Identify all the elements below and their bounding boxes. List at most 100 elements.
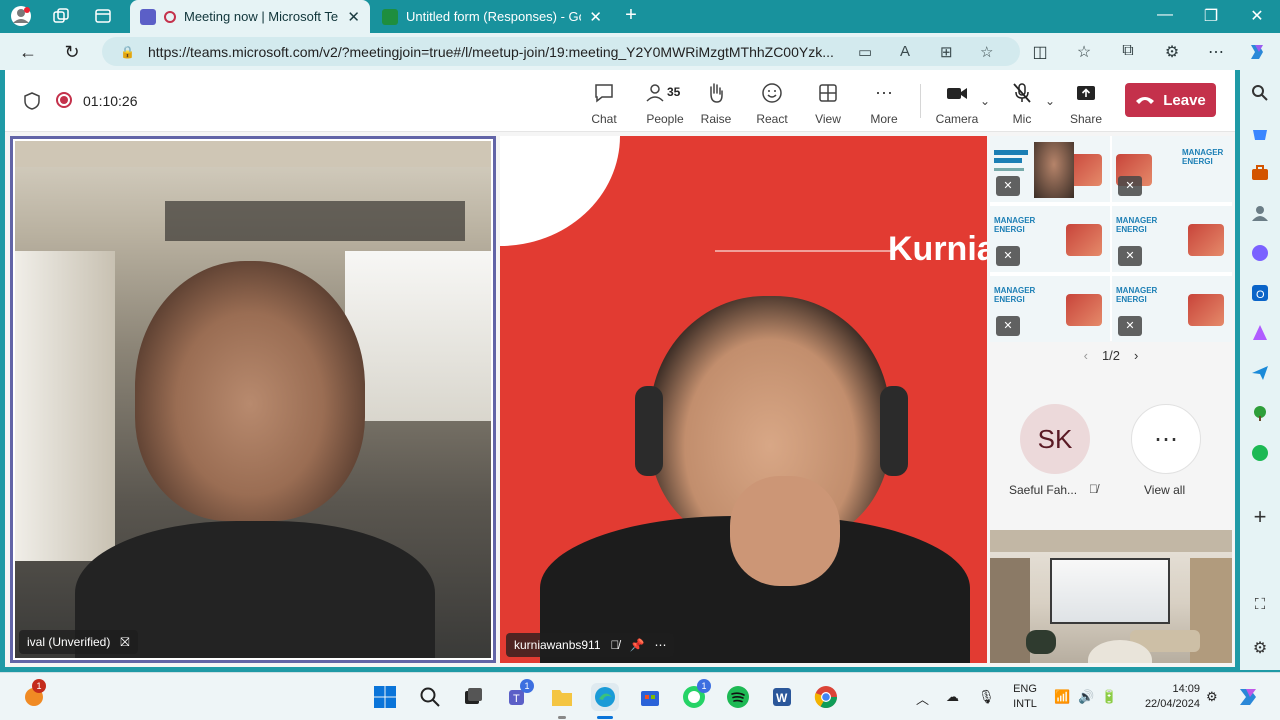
video-tile-presenter[interactable]: Kurnia kurniawanbs911 🎙̸ 📌 ⋯ [500,136,987,663]
active-indicator [597,716,613,719]
people-icon[interactable] [1249,202,1271,224]
language-indicator[interactable]: ENG INTL [1010,682,1040,712]
favorites-icon[interactable]: ☆ [1073,42,1095,62]
close-window-icon[interactable]: ✕ [1244,6,1270,26]
wifi-icon[interactable]: 📶 [1054,689,1070,705]
people-count: 35 [667,85,681,99]
more-dots-icon: ⋯ [875,82,893,103]
gallery-tile[interactable]: MANAGER ENERGI ✕ [990,206,1110,272]
games-icon[interactable] [1249,402,1271,424]
spotify-sidebar-icon[interactable] [1249,442,1271,464]
gallery-tile[interactable]: MANAGER ENERGI ✕ [1112,206,1232,272]
camera-button[interactable]: Camera [932,80,982,126]
screenshot-icon[interactable]: ⛶ [1249,594,1271,616]
gallery-tile[interactable]: MANAGER ENERGI ✕ [990,276,1110,342]
notification-badge: 1 [32,679,46,693]
teams-taskbar-icon[interactable]: T 1 [504,679,534,711]
search-icon[interactable] [1249,82,1271,104]
designer-icon[interactable] [1249,322,1271,344]
start-button[interactable] [371,683,399,711]
search-taskbar-icon[interactable] [416,683,444,711]
sidebar-settings-icon[interactable]: ⚙ [1249,638,1271,660]
clock[interactable]: 14:09 22/04/2024 [1134,682,1200,712]
mic-options-chevron-icon[interactable]: ⌄ [1045,94,1055,108]
tab-teams-meeting[interactable]: Meeting now | Microsoft Te ✕ [130,0,370,33]
view-all-label[interactable]: View all [1144,483,1185,497]
task-view-icon[interactable] [459,683,487,711]
more-button[interactable]: ⋯ More [859,80,909,127]
chat-icon [595,84,613,103]
svg-text:T: T [513,693,520,705]
mic-muted-icon: 🎙̸ [1089,482,1098,496]
weather-widget-icon[interactable]: 1 [20,679,48,711]
restore-icon[interactable]: ❐ [1198,6,1224,26]
minimize-icon[interactable]: — [1152,6,1178,24]
collections-icon[interactable]: ⧉ [1117,42,1139,60]
gallery-tile[interactable]: MANAGER ENERGI ✕ [1112,136,1232,202]
word-icon[interactable]: W [768,683,796,711]
add-sidebar-app-icon[interactable]: + [1249,506,1271,528]
new-tab-button[interactable]: + [620,5,642,27]
outlook-icon[interactable]: O [1249,282,1271,304]
copilot-taskbar-icon[interactable] [1234,683,1262,711]
whatsapp-badge: 1 [697,679,711,693]
chevron-right-icon[interactable]: › [1134,348,1138,363]
back-arrow-icon[interactable]: ← [16,41,40,63]
gallery-tile[interactable]: ✕ [990,136,1110,202]
react-button[interactable]: React [747,80,797,126]
favorite-star-icon[interactable]: ☆ [980,43,993,61]
chat-button[interactable]: Chat [579,80,629,126]
whatsapp-icon[interactable]: 1 [680,679,711,711]
copilot-sidebar-icon[interactable] [1249,242,1271,264]
shield-icon[interactable] [24,92,40,110]
app-available-icon[interactable]: ⊞ [940,43,953,61]
pin-icon[interactable]: 📌 [630,638,645,652]
self-video-tile[interactable] [990,530,1232,663]
mic-button[interactable]: Mic [997,80,1047,126]
microphone-tray-icon[interactable]: 🎙 [978,689,995,705]
more-menu-icon[interactable]: ⋯ [1205,42,1227,62]
camera-options-chevron-icon[interactable]: ⌄ [980,94,990,108]
tab-google-form[interactable]: Untitled form (Responses) - Goo ✕ [372,0,612,33]
close-tab-icon[interactable]: ✕ [347,8,360,26]
show-hidden-icons-chevron[interactable]: ︿ [916,689,929,708]
profile-icon[interactable] [8,4,34,28]
close-tab-icon[interactable]: ✕ [589,8,602,26]
chevron-left-icon[interactable]: ‹ [1084,348,1088,363]
read-aloud-icon[interactable]: A [900,43,910,60]
gallery-tile[interactable]: MANAGER ENERGI ✕ [1112,276,1232,342]
meeting-timer: 01:10:26 [83,93,138,109]
mic-muted-icon: ✕ [1118,246,1142,266]
people-button[interactable]: 35 People [637,80,693,126]
avatar[interactable]: SK [1020,404,1090,474]
send-icon[interactable] [1249,362,1271,384]
share-button[interactable]: Share [1061,80,1111,126]
chrome-icon[interactable] [812,683,840,711]
shopping-icon[interactable] [1249,122,1271,144]
notifications-bell-icon[interactable]: ⚙ [1206,689,1218,705]
teams-favicon-icon [140,8,156,25]
tools-icon[interactable] [1249,162,1271,184]
camera-permission-icon[interactable]: ▭ [858,43,872,61]
tile-more-icon[interactable]: ⋯ [654,638,666,652]
edge-taskbar-icon[interactable] [591,683,619,719]
raise-hand-button[interactable]: Raise [691,80,741,126]
address-bar[interactable]: 🔒 https://teams.microsoft.com/v2/?meetin… [102,37,1020,66]
workspaces-icon[interactable] [48,4,74,28]
lock-icon: 🔒 [120,44,135,59]
store-icon[interactable] [636,683,664,711]
spotify-icon[interactable] [724,683,752,711]
split-screen-icon[interactable]: ◫ [1029,42,1051,62]
file-explorer-icon[interactable] [548,683,576,719]
refresh-icon[interactable]: ↻ [60,41,84,63]
volume-icon[interactable]: 🔊 [1078,689,1094,705]
tab-actions-icon[interactable] [90,4,116,28]
video-tile-speaker[interactable]: ival (Unverified) ⛝ [10,136,496,663]
view-all-button[interactable]: ⋯ [1131,404,1201,474]
leave-button[interactable]: Leave [1125,83,1216,117]
battery-icon[interactable]: 🔋 [1101,689,1117,705]
extensions-icon[interactable]: ⚙ [1161,42,1183,62]
copilot-icon[interactable] [1246,42,1268,67]
view-button[interactable]: View [803,80,853,126]
onedrive-icon[interactable]: ☁ [946,689,959,705]
